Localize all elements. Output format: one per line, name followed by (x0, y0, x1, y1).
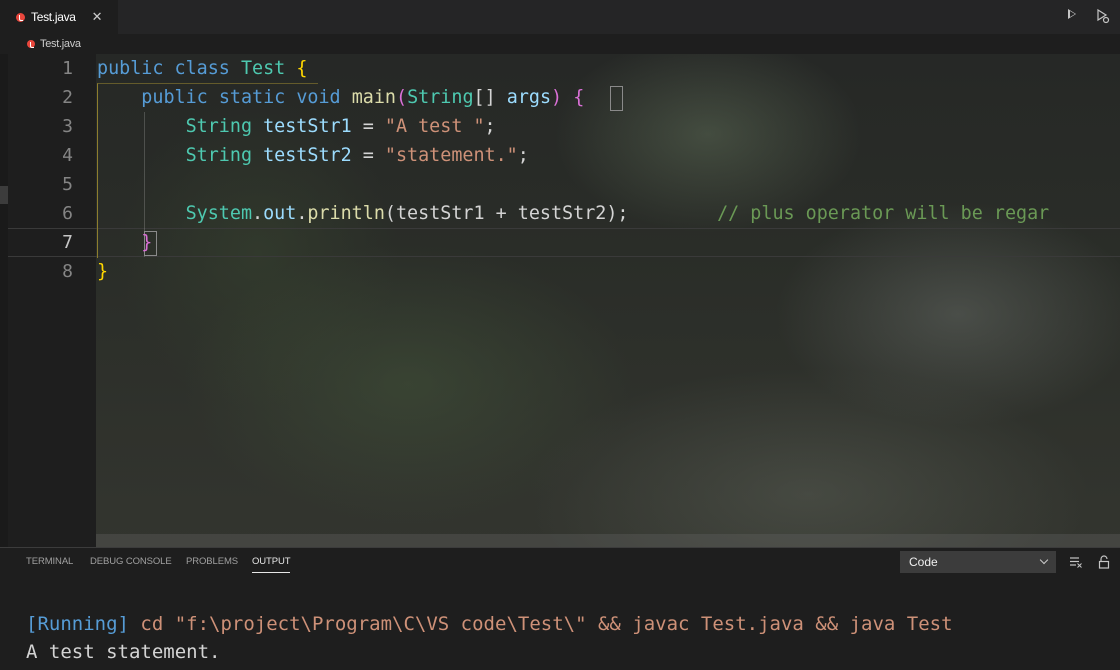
output-channel-select[interactable]: Code (900, 551, 1056, 573)
bracket-match-highlight (610, 86, 623, 111)
code-line-4: String testStr2 = "statement."; (185, 145, 529, 166)
line-number: 2 (62, 87, 73, 108)
bottom-panel: TERMINAL DEBUG CONSOLE PROBLEMS OUTPUT C… (0, 547, 1120, 670)
code-line-7: } (141, 232, 153, 253)
horizontal-scrollbar[interactable] (96, 534, 1120, 547)
code-line-1: public class Test { (97, 58, 308, 79)
activity-strip (0, 54, 8, 547)
line-number: 8 (62, 261, 73, 282)
activity-indicator (0, 186, 8, 204)
breadcrumb: Test.java (0, 34, 1120, 54)
output-result-line: A test statement. (26, 641, 221, 663)
code-line-6: System.out.println(testStr1 + testStr2);… (185, 203, 1050, 224)
line-number-gutter: 1 2 3 4 5 6 7 8 (8, 54, 96, 547)
line-number: 4 (62, 145, 73, 166)
tab-test-java[interactable]: Test.java ✕ (0, 0, 118, 34)
code-line-8: } (97, 261, 109, 282)
running-tag: [Running] (26, 613, 129, 635)
line-number: 5 (62, 174, 73, 195)
code-line-2: public static void main(String[] args) { (141, 87, 585, 108)
tab-output[interactable]: OUTPUT (252, 556, 291, 573)
code-editor[interactable]: 1 2 3 4 5 6 7 8 public class Test { publ… (8, 54, 1120, 547)
close-icon[interactable]: ✕ (92, 9, 103, 25)
output-running-line: [Running] cd "f:\project\Program\C\VS co… (26, 610, 953, 638)
breadcrumb-file[interactable]: Test.java (40, 38, 81, 50)
run-icon[interactable] (1068, 9, 1077, 19)
line-number: 1 (62, 58, 73, 79)
java-file-icon (16, 12, 25, 22)
lock-icon[interactable] (1098, 555, 1110, 569)
code-line-3: String testStr1 = "A test "; (185, 116, 496, 137)
tab-terminal[interactable]: TERMINAL (26, 556, 73, 567)
clear-output-icon[interactable] (1070, 556, 1082, 568)
tab-problems[interactable]: PROBLEMS (186, 556, 238, 567)
output-command: cd "f:\project\Program\C\VS code\Test\" … (128, 613, 953, 635)
line-number: 3 (62, 116, 73, 137)
line-number: 6 (62, 203, 73, 224)
tab-debug-console[interactable]: DEBUG CONSOLE (90, 556, 172, 567)
debug-run-icon[interactable] (1094, 8, 1110, 24)
output-channel-value: Code (909, 555, 938, 569)
chevron-down-icon (1039, 555, 1049, 565)
java-file-icon (27, 40, 35, 48)
tab-label: Test.java (31, 10, 76, 24)
editor-tab-bar: Test.java ✕ (0, 0, 1120, 34)
